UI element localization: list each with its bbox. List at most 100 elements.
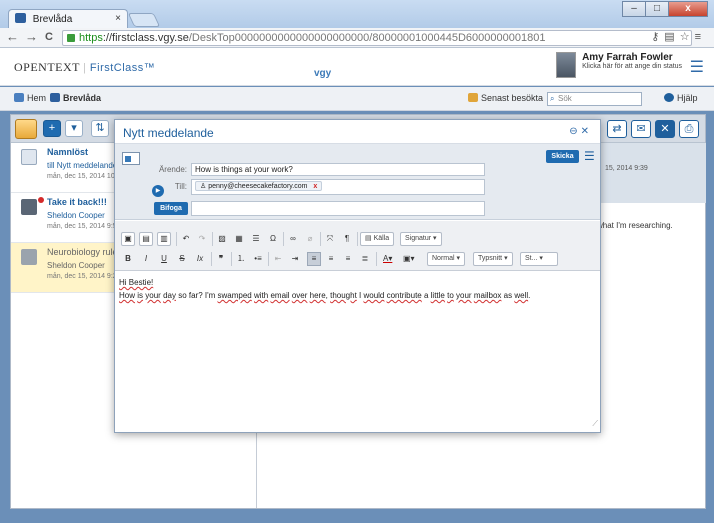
editor-toolbar: ▣ ▤ ▥ ↶ ↷ ▨ ▦ ☰ Ω ∞ ⌀ ⤧ ¶ ▤ Källa Signat… <box>115 221 600 271</box>
reload-icon[interactable]: C <box>45 31 53 43</box>
paste-text-icon[interactable]: ▤ <box>139 232 153 246</box>
star-icon[interactable]: ☆ <box>680 31 695 43</box>
size-dropdown[interactable]: St... ▾ <box>520 252 558 266</box>
send-options-icon[interactable]: ☰ <box>584 149 595 163</box>
blockquote-icon[interactable]: ❞ <box>214 252 228 266</box>
misspelled-word: little <box>430 291 445 300</box>
subject-label: Ärende: <box>158 165 187 174</box>
logo-firstclass: FirstClass™ <box>89 62 156 74</box>
font-dropdown[interactable]: Typsnitt ▾ <box>473 252 513 266</box>
back-icon[interactable]: ← <box>6 29 19 44</box>
crumb-mailbox[interactable]: Brevlåda <box>50 93 101 103</box>
tab-close-icon[interactable]: × <box>115 13 121 24</box>
sort-icon[interactable]: ⇅ <box>91 120 109 137</box>
maximize-button[interactable]: □ <box>645 1 669 17</box>
redo-icon[interactable]: ↷ <box>195 232 209 246</box>
strikethrough-icon[interactable]: S <box>175 252 189 266</box>
text-color-icon[interactable]: A▾ <box>380 252 395 266</box>
send-button[interactable]: Skicka <box>546 150 579 163</box>
image-icon[interactable]: ▨ <box>215 232 229 246</box>
align-center-icon[interactable]: ≡ <box>324 252 338 266</box>
close-icon[interactable]: ✕ <box>581 126 592 137</box>
align-left-icon[interactable]: ≡ <box>307 252 321 266</box>
bullet-list-icon[interactable]: •≡ <box>251 252 265 266</box>
help-link[interactable]: Hjälp <box>664 93 698 103</box>
clear-format-icon[interactable]: Ix <box>193 252 207 266</box>
misspelled-word: over <box>291 291 308 300</box>
resize-handle-icon[interactable]: ⟋ <box>592 417 598 430</box>
sender-avatar <box>21 249 37 265</box>
align-right-icon[interactable]: ≡ <box>341 252 355 266</box>
underline-icon[interactable]: U <box>157 252 171 266</box>
paste-icon[interactable]: ▣ <box>121 232 135 246</box>
table-icon[interactable]: ▦ <box>232 232 246 246</box>
unread-badge <box>38 197 44 203</box>
user-status[interactable]: Klicka här för att ange din status <box>582 63 682 70</box>
special-char-icon[interactable]: Ω <box>266 232 280 246</box>
close-window-button[interactable]: x <box>668 1 708 17</box>
url-path: /DeskTop0000000000000000000000/800000010… <box>188 32 546 44</box>
source-button[interactable]: ▤ Källa <box>360 232 395 246</box>
browser-tab[interactable]: Brevlåda × <box>8 9 128 29</box>
horizontal-line-icon[interactable]: ☰ <box>249 232 263 246</box>
logo[interactable]: OpenText | FirstClass™ <box>14 60 155 75</box>
italic-icon[interactable]: I <box>139 252 153 266</box>
body-greeting: Hi Bestie! <box>119 278 154 287</box>
indent-icon[interactable]: ⇥ <box>288 252 302 266</box>
print-icon[interactable]: ⎙ <box>679 120 699 138</box>
avatar <box>556 52 576 78</box>
show-blocks-icon[interactable]: ¶ <box>340 232 354 246</box>
recent-link[interactable]: Senast besökta <box>468 93 543 103</box>
translate-icon[interactable]: ▤ <box>664 31 679 43</box>
message-body-editor[interactable]: Hi Bestie! How is your day so far? I'm s… <box>115 272 600 432</box>
attach-button[interactable]: Bifoga <box>154 202 188 215</box>
to-field[interactable]: ♙ penny@cheesecakefactory.com x <box>191 179 485 195</box>
undo-icon[interactable]: ↶ <box>179 232 193 246</box>
misspelled-word: swamped <box>217 291 252 300</box>
numbered-list-icon[interactable]: ⒈ <box>234 252 248 266</box>
menu-icon[interactable]: ≡ <box>695 31 706 43</box>
dialog-controls: ⊖✕ <box>569 126 592 137</box>
expand-recipients-icon[interactable]: ▶ <box>152 185 164 197</box>
crumb-home[interactable]: Hem <box>14 93 46 103</box>
contact-card-icon[interactable] <box>122 152 140 165</box>
home-icon <box>14 93 24 102</box>
body-text-fragment: so far? I'm <box>175 291 218 300</box>
outdent-icon[interactable]: ⇤ <box>271 252 285 266</box>
bold-icon[interactable]: B <box>121 252 135 266</box>
format-dropdown[interactable]: Normal ▾ <box>427 252 466 266</box>
unlink-icon[interactable]: ⌀ <box>303 232 317 246</box>
hamburger-menu-icon[interactable]: ☰ <box>690 57 704 77</box>
new-tab-button[interactable] <box>127 13 161 27</box>
delete-icon[interactable]: ✕ <box>655 120 675 138</box>
recipient-chip[interactable]: ♙ penny@cheesecakefactory.com x <box>195 181 323 191</box>
recent-icon <box>468 93 478 102</box>
subject-field[interactable]: How is things at your work? <box>191 163 485 176</box>
url-field[interactable]: https://firstclass.vgy.se/DeskTop0000000… <box>62 30 692 46</box>
new-button[interactable]: + <box>43 120 61 137</box>
minimize-button[interactable]: – <box>622 1 646 17</box>
open-mail-icon[interactable]: ✉ <box>631 120 651 138</box>
app-header: OpenText | FirstClass™ vgy Amy Farrah Fo… <box>0 48 714 86</box>
link-icon[interactable]: ∞ <box>286 232 300 246</box>
justify-icon[interactable]: ≣ <box>358 252 372 266</box>
maximize-editor-icon[interactable]: ⤧ <box>323 232 337 246</box>
help-label: Hjälp <box>677 93 698 103</box>
paste-word-icon[interactable]: ▥ <box>157 232 171 246</box>
lock-icon <box>67 34 75 42</box>
recipient-address: penny@cheesecakefactory.com <box>208 183 308 190</box>
minimize-icon[interactable]: ⊖ <box>569 126 580 137</box>
search-input[interactable]: ⌕ Sök <box>547 92 642 106</box>
background-color-icon[interactable]: ▣▾ <box>400 252 418 266</box>
misspelled-word: your <box>456 291 472 300</box>
mailbox-favicon-icon <box>15 13 26 23</box>
forward-mail-icon[interactable]: ⇄ <box>607 120 627 138</box>
key-icon[interactable]: ⚷ <box>651 31 664 43</box>
folder-icon[interactable] <box>15 119 37 139</box>
remove-recipient-icon[interactable]: x <box>313 183 317 190</box>
signature-dropdown[interactable]: Signatur ▾ <box>400 232 442 246</box>
chevron-down-icon[interactable]: ▾ <box>65 120 83 137</box>
forward-icon[interactable]: → <box>25 29 38 44</box>
attachment-field[interactable] <box>191 201 485 216</box>
user-panel[interactable]: Amy Farrah Fowler Klicka här för att ang… <box>556 52 682 78</box>
